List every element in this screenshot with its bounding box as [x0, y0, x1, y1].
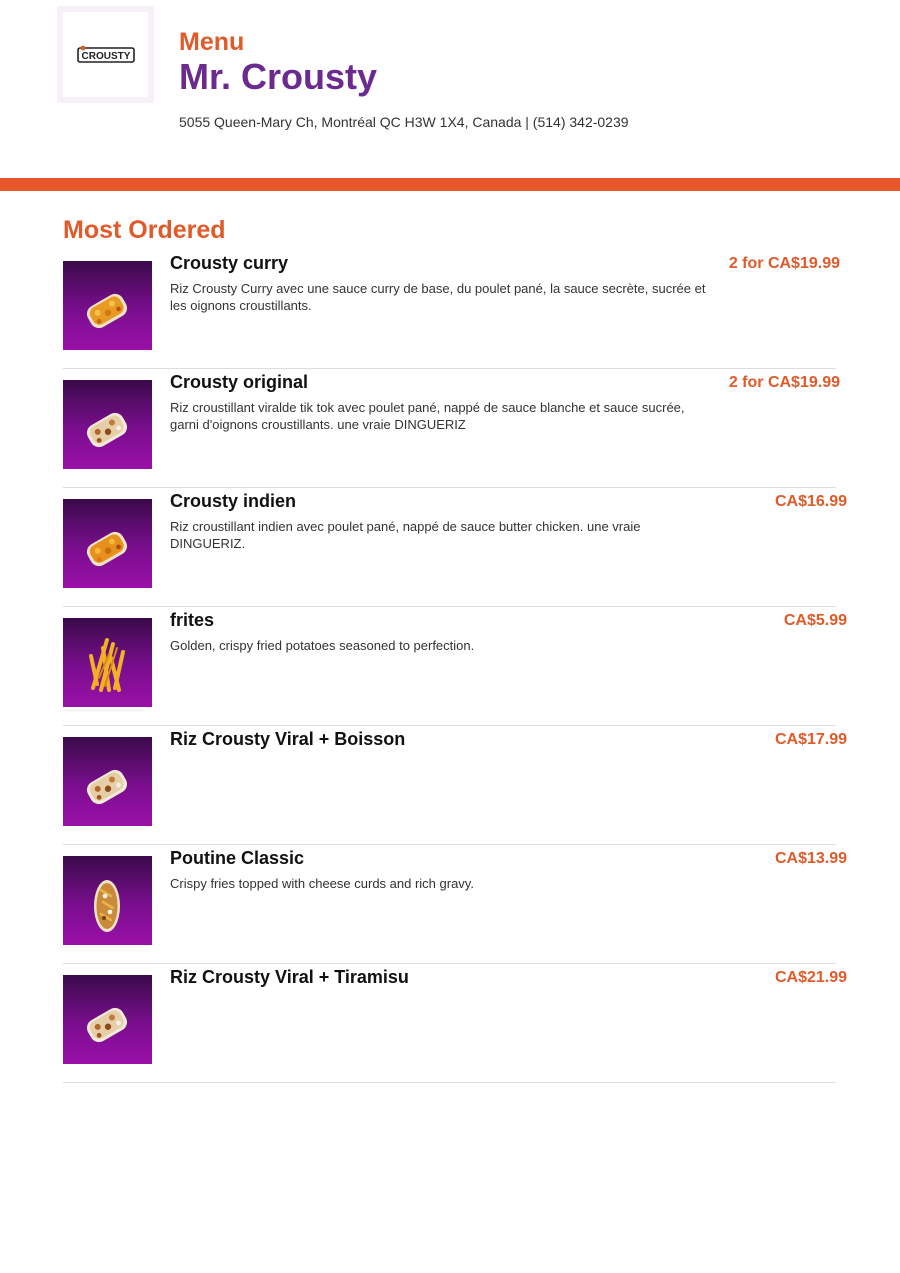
header-titles: Menu Mr. Crousty — [179, 28, 377, 97]
menu-label: Menu — [179, 28, 245, 56]
menu-item[interactable]: Poutine Classic Crispy fries topped with… — [63, 845, 847, 964]
item-description: Riz Crousty Curry avec une sauce curry d… — [170, 281, 706, 313]
crousty-logo-icon: CROUSTY — [76, 45, 135, 63]
restaurant-name: Mr. Crousty — [179, 56, 378, 97]
rice-bowl-original-icon — [63, 975, 152, 1064]
item-price: CA$16.99 — [774, 493, 847, 510]
rice-bowl-curry-icon — [63, 261, 152, 350]
item-price: CA$13.99 — [774, 850, 847, 867]
item-description: Riz croustillant indien avec poulet pané… — [170, 519, 641, 551]
item-price: CA$17.99 — [774, 731, 847, 748]
menu-item[interactable]: Crousty curry Riz Crousty Curry avec une… — [63, 250, 840, 369]
item-description: Golden, crispy fried potatoes seasoned t… — [170, 638, 475, 653]
item-price: 2 for CA$19.99 — [728, 255, 840, 272]
item-description: Crispy fries topped with cheese curds an… — [170, 876, 474, 891]
rice-bowl-original-icon — [63, 380, 152, 469]
item-name: Crousty curry — [170, 253, 289, 273]
item-price: CA$5.99 — [783, 612, 847, 629]
item-price: 2 for CA$19.99 — [728, 374, 840, 391]
poutine-icon — [63, 856, 152, 945]
menu-item[interactable]: Crousty original Riz croustillant virald… — [63, 369, 840, 488]
item-name: Riz Crousty Viral + Boisson — [170, 729, 406, 749]
header-divider-bar — [0, 178, 900, 191]
menu-item-list: Crousty curry Riz Crousty Curry avec une… — [63, 250, 847, 1083]
logo-text: CROUSTY — [81, 51, 130, 62]
fries-icon — [63, 618, 152, 707]
menu-item[interactable]: Riz Crousty Viral + Boisson CA$17.99 — [63, 726, 847, 845]
restaurant-address: 5055 Queen-Mary Ch, Montréal QC H3W 1X4,… — [179, 114, 629, 130]
item-name: Crousty original — [170, 372, 309, 392]
item-name: Poutine Classic — [170, 848, 305, 868]
item-name: Crousty indien — [170, 491, 297, 511]
menu-item[interactable]: frites Golden, crispy fried potatoes sea… — [63, 607, 847, 726]
menu-item[interactable]: Riz Crousty Viral + Tiramisu CA$21.99 — [63, 964, 847, 1083]
logo-badge: CROUSTY — [63, 12, 148, 97]
menu-item[interactable]: Crousty indien Riz croustillant indien a… — [63, 488, 847, 607]
rice-bowl-original-icon — [63, 737, 152, 826]
rice-bowl-curry-icon — [63, 499, 152, 588]
restaurant-logo: CROUSTY — [57, 6, 154, 103]
item-description: Riz croustillant viralde tik tok avec po… — [170, 400, 685, 432]
item-name: Riz Crousty Viral + Tiramisu — [170, 967, 409, 987]
item-price: CA$21.99 — [774, 969, 847, 986]
section-title-most-ordered: Most Ordered — [63, 216, 226, 244]
item-name: frites — [170, 610, 215, 630]
